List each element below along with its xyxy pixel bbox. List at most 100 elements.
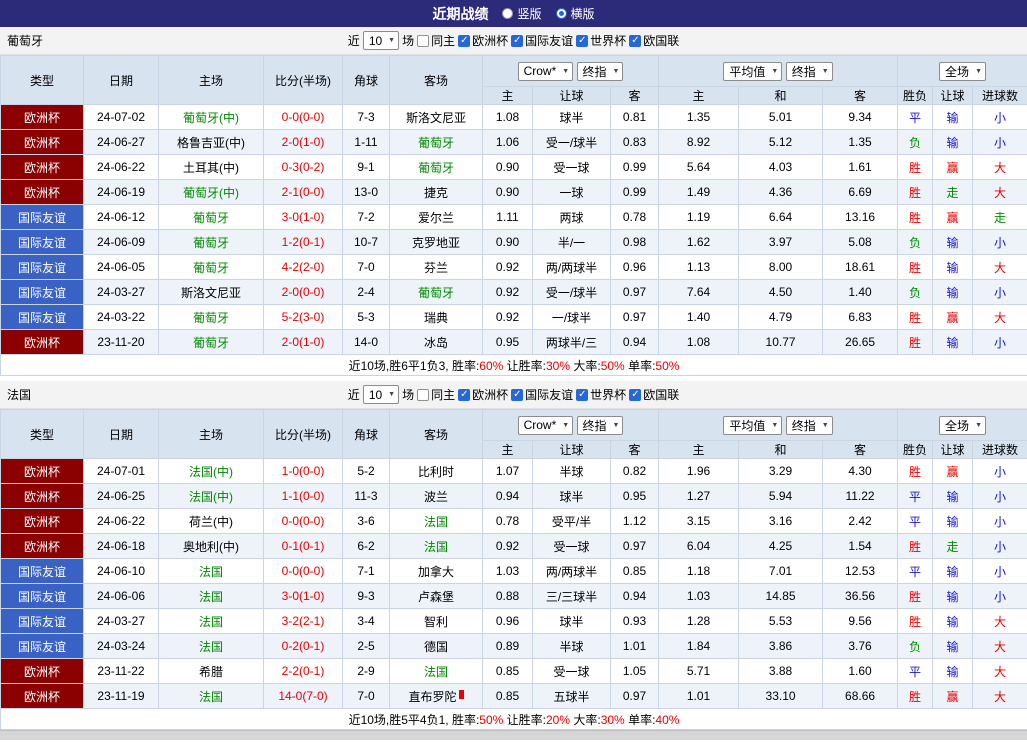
section-controls-row: 法国 近 10▼ 场 同主 欧洲杯 国际友谊 世界杯 欧国联 (0, 381, 1027, 409)
filter-checkbox-eurocup[interactable]: 欧洲杯 (458, 386, 508, 403)
full-match-select[interactable]: 全场▼ (939, 416, 986, 435)
asia-home-odds-cell: 0.90 (483, 230, 533, 255)
games-count-select[interactable]: 10▼ (363, 385, 399, 404)
page-title: 近期战绩 (432, 4, 488, 24)
euro-home-odds-cell: 1.19 (659, 205, 739, 230)
goals-result-cell: 小 (973, 534, 1027, 559)
score-cell: 3-2(2-1) (264, 609, 343, 634)
euro-draw-odds-cell: 4.50 (739, 280, 823, 305)
match-row: 欧洲杯24-06-22土耳其(中)0-3(0-2)9-1葡萄牙0.90受一球0.… (1, 155, 1027, 180)
asia-away-odds-cell: 0.99 (611, 155, 659, 180)
layout-radio-vertical[interactable]: 竖版 (502, 5, 541, 22)
corner-cell: 2-9 (343, 659, 390, 684)
euro-away-odds-cell: 2.42 (823, 509, 898, 534)
asia-odds-time-select[interactable]: 终指▼ (577, 416, 624, 435)
match-row: 国际友谊24-03-27斯洛文尼亚2-0(0-0)2-4葡萄牙0.92受一/球半… (1, 280, 1027, 305)
corner-cell: 11-3 (343, 484, 390, 509)
result-cell: 平 (898, 659, 933, 684)
away-team-cell: 比利时 (390, 459, 483, 484)
goals-result-cell: 大 (973, 684, 1027, 709)
result-cell: 胜 (898, 609, 933, 634)
euro-odds-time-select[interactable]: 终指▼ (786, 416, 833, 435)
match-type-cell: 欧洲杯 (1, 130, 84, 155)
bookmaker-select[interactable]: Crow*▼ (518, 62, 574, 81)
handicap-result-cell: 输 (933, 255, 973, 280)
chevron-down-icon: ▼ (771, 68, 778, 75)
filter-checkbox-nationsleague[interactable]: 欧国联 (629, 32, 679, 49)
sub-header-handicap: 让球 (533, 87, 611, 105)
checkbox-icon (458, 35, 470, 47)
match-type-cell: 国际友谊 (1, 634, 84, 659)
asia-away-odds-cell: 1.01 (611, 634, 659, 659)
summary-text: 近10场,胜6平1负3, 胜率:60% 让胜率:30% 大率:50% 单率:50… (349, 359, 680, 373)
goals-result-cell: 小 (973, 509, 1027, 534)
match-date-cell: 24-06-22 (84, 509, 159, 534)
filter-checkbox-worldcup[interactable]: 世界杯 (576, 386, 626, 403)
col-header-score: 比分(半场) (264, 410, 343, 459)
team-section-portugal: 葡萄牙 近 10▼ 场 同主 欧洲杯 国际友谊 世界杯 欧国联 类型 (0, 27, 1027, 376)
match-date-cell: 24-06-18 (84, 534, 159, 559)
handicap-cell: 受一球 (533, 659, 611, 684)
full-match-select[interactable]: 全场▼ (939, 62, 986, 81)
games-count-select[interactable]: 10▼ (363, 31, 399, 50)
radio-label: 横版 (571, 5, 595, 22)
asia-away-odds-cell: 0.94 (611, 330, 659, 355)
summary-rate-value: 40% (655, 713, 679, 727)
handicap-cell: 球半 (533, 105, 611, 130)
same-home-checkbox[interactable]: 同主 (417, 386, 455, 403)
goals-result-cell: 小 (973, 105, 1027, 130)
corner-cell: 5-3 (343, 305, 390, 330)
result-scope-header: 全场▼ (898, 410, 1027, 441)
home-team-cell: 格鲁吉亚(中) (159, 130, 264, 155)
match-type-cell: 欧洲杯 (1, 330, 84, 355)
corner-cell: 3-6 (343, 509, 390, 534)
sub-header-asia-away: 客 (611, 441, 659, 459)
filter-checkbox-friendly[interactable]: 国际友谊 (511, 386, 573, 403)
euro-avg-select[interactable]: 平均值▼ (723, 416, 782, 435)
match-type-cell: 欧洲杯 (1, 105, 84, 130)
euro-home-odds-cell: 6.04 (659, 534, 739, 559)
match-date-cell: 24-06-19 (84, 180, 159, 205)
col-header-type: 类型 (1, 410, 84, 459)
euro-draw-odds-cell: 3.16 (739, 509, 823, 534)
score-cell: 0-0(0-0) (264, 105, 343, 130)
asia-odds-time-select[interactable]: 终指▼ (577, 62, 624, 81)
same-home-checkbox[interactable]: 同主 (417, 32, 455, 49)
filter-checkbox-eurocup[interactable]: 欧洲杯 (458, 32, 508, 49)
handicap-result-cell: 赢 (933, 205, 973, 230)
asia-away-odds-cell: 0.97 (611, 280, 659, 305)
euro-draw-odds-cell: 7.01 (739, 559, 823, 584)
sub-header-asia-home: 主 (483, 87, 533, 105)
filter-checkbox-friendly[interactable]: 国际友谊 (511, 32, 573, 49)
home-team-cell: 葡萄牙 (159, 305, 264, 330)
euro-draw-odds-cell: 3.88 (739, 659, 823, 684)
home-team-cell: 法国(中) (159, 459, 264, 484)
euro-home-odds-cell: 1.03 (659, 584, 739, 609)
euro-avg-select[interactable]: 平均值▼ (723, 62, 782, 81)
match-row: 国际友谊24-06-05葡萄牙4-2(2-0)7-0芬兰0.92两/两球半0.9… (1, 255, 1027, 280)
handicap-cell: 半球 (533, 459, 611, 484)
summary-rate-value: 30% (601, 713, 625, 727)
near-label: 近 (348, 386, 360, 403)
asia-home-odds-cell: 0.96 (483, 609, 533, 634)
asia-home-odds-cell: 0.95 (483, 330, 533, 355)
match-date-cell: 24-06-27 (84, 130, 159, 155)
layout-radio-horizontal[interactable]: 横版 (556, 5, 595, 22)
away-team-cell: 法国 (390, 659, 483, 684)
home-team-cell: 法国(中) (159, 484, 264, 509)
away-team-cell: 葡萄牙 (390, 280, 483, 305)
euro-draw-odds-cell: 4.25 (739, 534, 823, 559)
euro-draw-odds-cell: 3.86 (739, 634, 823, 659)
goals-result-cell: 大 (973, 155, 1027, 180)
match-row: 国际友谊24-06-09葡萄牙1-2(0-1)10-7克罗地亚0.90半/一0.… (1, 230, 1027, 255)
bookmaker-select[interactable]: Crow*▼ (518, 416, 574, 435)
result-cell: 胜 (898, 684, 933, 709)
filter-checkbox-worldcup[interactable]: 世界杯 (576, 32, 626, 49)
euro-away-odds-cell: 1.40 (823, 280, 898, 305)
filter-checkbox-nationsleague[interactable]: 欧国联 (629, 386, 679, 403)
result-cell: 胜 (898, 330, 933, 355)
radio-icon (502, 8, 513, 19)
results-table: 类型 日期 主场 比分(半场) 角球 客场 Crow*▼ 终指▼ 平均值▼ 终指… (0, 409, 1027, 730)
euro-odds-time-select[interactable]: 终指▼ (786, 62, 833, 81)
match-row: 国际友谊24-03-24法国0-2(0-1)2-5德国0.89半球1.011.8… (1, 634, 1027, 659)
